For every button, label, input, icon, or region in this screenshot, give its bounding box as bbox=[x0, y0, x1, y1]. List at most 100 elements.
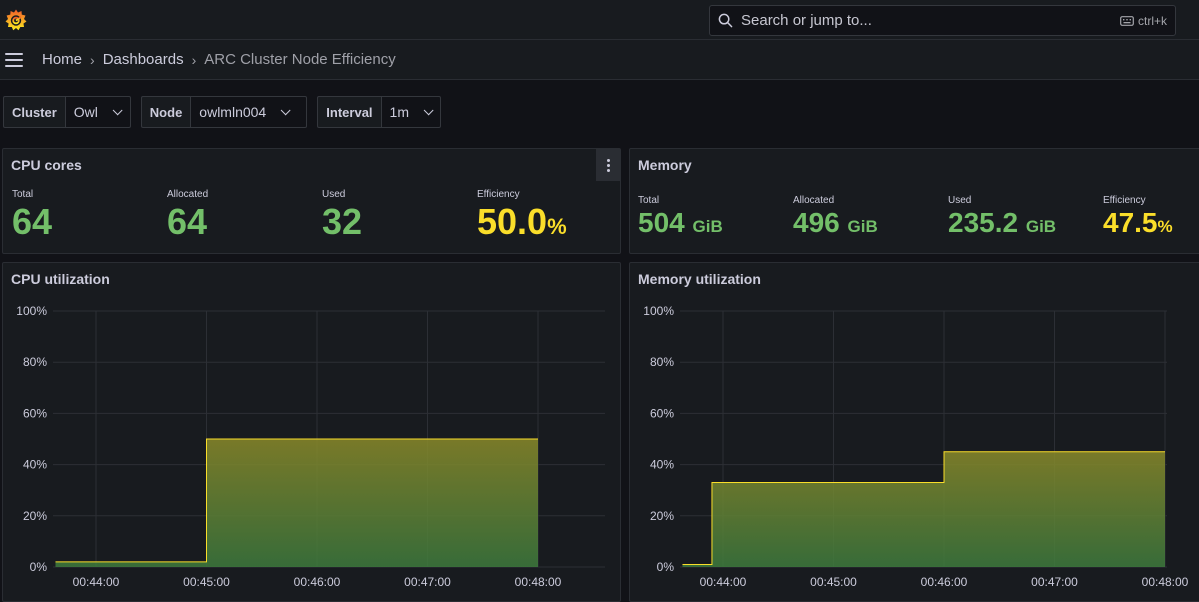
chevron-down-icon bbox=[113, 105, 123, 115]
stat-unit: GiB bbox=[1026, 217, 1056, 236]
cpu-total-stat: Total 64 bbox=[12, 189, 52, 243]
x-tick-label: 00:44:00 bbox=[73, 575, 120, 589]
stat-label: Allocated bbox=[167, 189, 208, 200]
variable-cluster-select[interactable]: Owl bbox=[65, 96, 131, 128]
stat-number: 235.2 bbox=[948, 207, 1018, 238]
memory-total-stat: Total 504 GiB bbox=[638, 195, 723, 239]
variable-node: Node owlmln004 bbox=[141, 96, 308, 128]
breadcrumb-separator-icon: › bbox=[192, 52, 197, 68]
variable-interval-select[interactable]: 1m bbox=[381, 96, 441, 128]
variable-interval-label: Interval bbox=[317, 96, 380, 128]
variable-node-label: Node bbox=[141, 96, 191, 128]
search-icon bbox=[718, 13, 733, 28]
stat-value: 50.0% bbox=[477, 201, 567, 243]
x-tick-label: 00:45:00 bbox=[810, 575, 857, 589]
search-bar[interactable]: Search or jump to... ctrl+k bbox=[709, 5, 1176, 36]
stat-number: 47.5 bbox=[1103, 207, 1158, 238]
stat-value: 504 GiB bbox=[638, 207, 723, 239]
stat-number: 64 bbox=[12, 201, 52, 242]
x-tick-label: 00:44:00 bbox=[700, 575, 747, 589]
stat-label: Total bbox=[12, 189, 52, 200]
x-tick-label: 00:46:00 bbox=[294, 575, 341, 589]
hamburger-menu-icon[interactable] bbox=[5, 53, 23, 67]
y-tick-label: 80% bbox=[650, 355, 674, 369]
memory-allocated-stat: Allocated 496 GiB bbox=[793, 195, 878, 239]
x-tick-label: 00:48:00 bbox=[1142, 575, 1189, 589]
variable-cluster-value: Owl bbox=[74, 104, 98, 120]
y-tick-label: 0% bbox=[657, 560, 675, 574]
variable-cluster-label: Cluster bbox=[3, 96, 65, 128]
stat-value: 32 bbox=[322, 201, 362, 243]
top-bar: Search or jump to... ctrl+k bbox=[0, 0, 1199, 40]
search-shortcut-label: ctrl+k bbox=[1138, 14, 1167, 28]
breadcrumb: Home › Dashboards › ARC Cluster Node Eff… bbox=[42, 51, 396, 68]
y-tick-label: 20% bbox=[23, 509, 47, 523]
y-tick-label: 40% bbox=[650, 458, 674, 472]
stat-value: 47.5% bbox=[1103, 207, 1173, 239]
breadcrumb-separator-icon: › bbox=[90, 52, 95, 68]
search-placeholder: Search or jump to... bbox=[741, 12, 1120, 29]
cpu-utilization-chart[interactable]: 100%80%60%40%20%0%00:44:0000:45:0000:46:… bbox=[3, 263, 620, 595]
stat-number: 496 bbox=[793, 207, 840, 238]
breadcrumb-current-dashboard: ARC Cluster Node Efficiency bbox=[204, 51, 395, 68]
panel-title: Memory bbox=[638, 157, 692, 173]
stat-label: Used bbox=[948, 195, 1056, 206]
y-tick-label: 40% bbox=[23, 458, 47, 472]
stat-number: 504 bbox=[638, 207, 685, 238]
variable-cluster: Cluster Owl bbox=[3, 96, 131, 128]
y-tick-label: 20% bbox=[650, 509, 674, 523]
dashboard-variables: Cluster Owl Node owlmln004 Interval 1m bbox=[3, 96, 441, 128]
memory-panel[interactable]: Memory Total 504 GiB Allocated 496 GiB U… bbox=[629, 148, 1199, 254]
breadcrumb-bar: Home › Dashboards › ARC Cluster Node Eff… bbox=[0, 40, 1199, 80]
variable-interval-value: 1m bbox=[390, 104, 409, 120]
keyboard-icon bbox=[1120, 16, 1134, 26]
breadcrumb-dashboards[interactable]: Dashboards bbox=[103, 51, 184, 68]
x-tick-label: 00:47:00 bbox=[1031, 575, 1078, 589]
memory-utilization-chart[interactable]: 100% 80% 60% 40% 20% 0% 00:44:00 00:45:00 00:46:… bbox=[630, 263, 1199, 595]
y-tick-label: 60% bbox=[650, 406, 674, 420]
memory-efficiency-stat: Efficiency 47.5% bbox=[1103, 195, 1173, 239]
chevron-down-icon bbox=[424, 105, 434, 115]
variable-node-value: owlmln004 bbox=[199, 104, 266, 120]
stat-number: 64 bbox=[167, 201, 207, 242]
stat-label: Total bbox=[638, 195, 723, 206]
panel-title: CPU cores bbox=[11, 157, 82, 173]
stat-unit: GiB bbox=[848, 217, 878, 236]
series-area bbox=[682, 452, 1165, 567]
chevron-down-icon bbox=[281, 105, 291, 115]
stat-label: Efficiency bbox=[477, 189, 567, 200]
stat-number: 32 bbox=[322, 201, 362, 242]
cpu-cores-panel[interactable]: CPU cores Total 64 Allocated 64 Used 32 … bbox=[2, 148, 621, 254]
y-tick-label: 100% bbox=[643, 304, 674, 318]
variable-interval: Interval 1m bbox=[317, 96, 440, 128]
memory-used-stat: Used 235.2 GiB bbox=[948, 195, 1056, 239]
cpu-allocated-stat: Allocated 64 bbox=[167, 189, 208, 243]
search-shortcut: ctrl+k bbox=[1120, 14, 1167, 28]
stat-value: 235.2 GiB bbox=[948, 207, 1056, 239]
x-tick-label: 00:47:00 bbox=[404, 575, 451, 589]
stat-value: 496 GiB bbox=[793, 207, 878, 239]
y-tick-label: 0% bbox=[30, 560, 48, 574]
y-tick-label: 100% bbox=[16, 304, 47, 318]
y-tick-label: 60% bbox=[23, 406, 47, 420]
cpu-efficiency-stat: Efficiency 50.0% bbox=[477, 189, 567, 243]
stat-value: 64 bbox=[12, 201, 52, 243]
grafana-logo-icon[interactable] bbox=[4, 8, 28, 32]
cpu-utilization-panel[interactable]: CPU utilization 100%80%60%40%20%0%00:44:… bbox=[2, 262, 621, 602]
memory-utilization-panel[interactable]: Memory utilization 100%80%60%40%20%0%00:… bbox=[629, 262, 1199, 602]
x-tick-label: 00:46:00 bbox=[921, 575, 968, 589]
stat-number: 50.0 bbox=[477, 201, 547, 242]
stat-value: 64 bbox=[167, 201, 208, 243]
breadcrumb-home[interactable]: Home bbox=[42, 51, 82, 68]
stat-label: Efficiency bbox=[1103, 195, 1173, 206]
variable-node-select[interactable]: owlmln004 bbox=[190, 96, 307, 128]
x-tick-label: 00:45:00 bbox=[183, 575, 230, 589]
stat-unit: % bbox=[547, 214, 567, 239]
stat-label: Allocated bbox=[793, 195, 878, 206]
stat-label: Used bbox=[322, 189, 362, 200]
series-area bbox=[55, 439, 538, 567]
stat-unit: GiB bbox=[693, 217, 723, 236]
x-tick-label: 00:48:00 bbox=[515, 575, 562, 589]
panel-menu-icon[interactable] bbox=[596, 149, 620, 181]
stat-unit: % bbox=[1158, 217, 1173, 236]
